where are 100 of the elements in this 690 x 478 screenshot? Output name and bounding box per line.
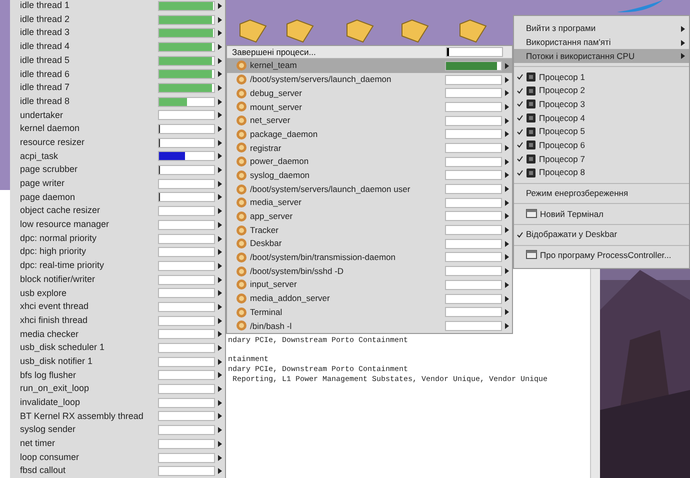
menu-item[interactable]: Відображати у Deskbar [514, 228, 689, 242]
menu-item[interactable]: Процесор 3 [514, 97, 689, 112]
menu-item[interactable]: BT Kernel RX assembly thread [10, 410, 225, 424]
menu-item[interactable]: Процесор 6 [514, 138, 689, 152]
menu-item[interactable]: Terminal [227, 305, 512, 320]
menu-item[interactable]: app_server [227, 210, 512, 224]
submenu-arrow-icon [218, 262, 222, 269]
menu-item[interactable]: Процесор 1 [514, 70, 689, 84]
menu-item[interactable]: Потоки і використання CPU [514, 49, 689, 64]
menu-item[interactable]: idle thread 1 [10, 0, 225, 13]
menu-item[interactable]: Процесор 8 [514, 166, 689, 180]
menu-item[interactable]: syslog_daemon [227, 168, 512, 182]
app-icon [236, 266, 247, 277]
menu-item[interactable]: media_addon_server [227, 292, 512, 306]
menu-item[interactable]: dpc: high priority [10, 245, 225, 260]
menu-item[interactable]: Процесор 5 [514, 124, 689, 138]
menu-item[interactable]: bfs log flusher [10, 368, 225, 382]
menu-item[interactable]: run_on_exit_loop [10, 382, 225, 396]
menu-item[interactable]: loop consumer [10, 450, 225, 464]
menu-item[interactable]: usb_disk scheduler 1 [10, 341, 225, 355]
menu-item[interactable]: Вийти з програми [514, 22, 689, 36]
menu-item[interactable]: /boot/system/servers/launch_daemon [227, 72, 512, 86]
app-icon [236, 101, 247, 112]
menu-item[interactable]: Новий Термінал [514, 207, 689, 221]
menu-item[interactable]: idle thread 5 [10, 54, 225, 68]
menu-item[interactable]: Процесор 4 [514, 111, 689, 125]
submenu-arrow-icon [218, 318, 222, 324]
submenu-arrow-icon [505, 296, 509, 302]
menu-item[interactable]: block notifier/writer [10, 272, 225, 286]
submenu-arrow-icon [218, 249, 222, 256]
usage-bar [445, 129, 502, 140]
usage-bar [445, 252, 502, 262]
menu-item[interactable]: net timer [10, 437, 225, 451]
menu-item[interactable]: Процесор 7 [514, 152, 689, 166]
menu-item[interactable]: kernel_team [227, 59, 512, 73]
usage-bar [445, 225, 502, 236]
usage-bar [158, 316, 215, 326]
menu-item[interactable]: idle thread 7 [10, 81, 225, 95]
menu-item[interactable]: idle thread 8 [10, 94, 225, 108]
submenu-arrow-icon [505, 76, 509, 83]
usage-bar [158, 384, 215, 394]
usage-bar [158, 398, 215, 408]
menu-item[interactable]: resource resizer [10, 136, 225, 150]
menu-item[interactable]: kernel daemon [10, 122, 225, 136]
menu-item[interactable]: syslog sender [10, 423, 225, 437]
submenu-arrow-icon [218, 112, 222, 118]
menu-item[interactable]: /boot/system/servers/launch_daemon user [227, 182, 512, 196]
menu-item[interactable]: package_daemon [227, 127, 512, 142]
menu-item[interactable]: page scrubber [10, 163, 225, 177]
menu-item[interactable]: registrar [227, 141, 512, 155]
app-icon [236, 197, 247, 208]
submenu-arrow-icon [218, 440, 222, 447]
usage-bar [158, 343, 215, 354]
menu-item[interactable]: idle thread 2 [10, 12, 225, 26]
menu-item[interactable]: idle thread 4 [10, 40, 225, 54]
menu-item[interactable]: acpi_task [10, 150, 225, 164]
menu-item[interactable]: Завершені процеси... [227, 46, 512, 59]
submenu-arrow-icon [505, 309, 509, 316]
menu-item[interactable]: low resource manager [10, 218, 225, 232]
menu-item[interactable]: Режим енергозбереження [514, 186, 689, 200]
menu-item[interactable]: Про програму ProcessController... [514, 248, 689, 262]
app-icon [236, 88, 247, 99]
submenu-arrow-icon [505, 240, 509, 247]
menu-item[interactable]: page writer [10, 176, 225, 191]
menu-item[interactable]: invalidate_loop [10, 396, 225, 410]
menu-item[interactable]: page daemon [10, 190, 225, 204]
app-icon [236, 128, 247, 140]
menu-item[interactable]: Використання пам'яті [514, 36, 689, 50]
menu-item[interactable]: power_daemon [227, 154, 512, 168]
chip-icon [526, 99, 536, 110]
menu-item[interactable]: usb_disk notifier 1 [10, 354, 225, 369]
usage-bar [158, 110, 215, 120]
usage-bar [158, 425, 215, 436]
menu-item[interactable]: xhci finish thread [10, 314, 225, 328]
menu-item[interactable]: undertaker [10, 108, 225, 122]
submenu-arrow-icon [505, 62, 509, 69]
usage-bar [445, 307, 502, 318]
menu-item[interactable]: /boot/system/bin/transmission-daemon [227, 250, 512, 264]
menu-item[interactable]: usb explore [10, 286, 225, 300]
menu-item[interactable]: media checker [10, 328, 225, 342]
menu-item[interactable]: mount_server [227, 100, 512, 114]
menu-item[interactable]: media_server [227, 196, 512, 210]
menu-item[interactable]: xhci event thread [10, 300, 225, 314]
menu-item[interactable]: /boot/system/bin/sshd -D [227, 264, 512, 278]
menu-item[interactable]: input_server [227, 278, 512, 292]
menu-item[interactable]: net_server [227, 114, 512, 128]
menu-item[interactable]: idle thread 6 [10, 67, 225, 82]
menu-item[interactable]: dpc: normal priority [10, 232, 225, 246]
submenu-arrow-icon [505, 213, 509, 220]
menu-item[interactable]: Процесор 2 [514, 84, 689, 98]
menu-item[interactable]: object cache resizer [10, 204, 225, 218]
usage-bar [158, 438, 215, 449]
menu-item[interactable]: fbsd callout [10, 464, 225, 478]
menu-item[interactable]: /bin/bash -l [227, 319, 512, 333]
usage-bar [158, 302, 215, 312]
menu-item[interactable]: Tracker [227, 223, 512, 237]
menu-item[interactable]: dpc: real-time priority [10, 259, 225, 273]
menu-item[interactable]: Deskbar [227, 236, 512, 251]
menu-item[interactable]: debug_server [227, 86, 512, 100]
menu-item[interactable]: idle thread 3 [10, 26, 225, 40]
